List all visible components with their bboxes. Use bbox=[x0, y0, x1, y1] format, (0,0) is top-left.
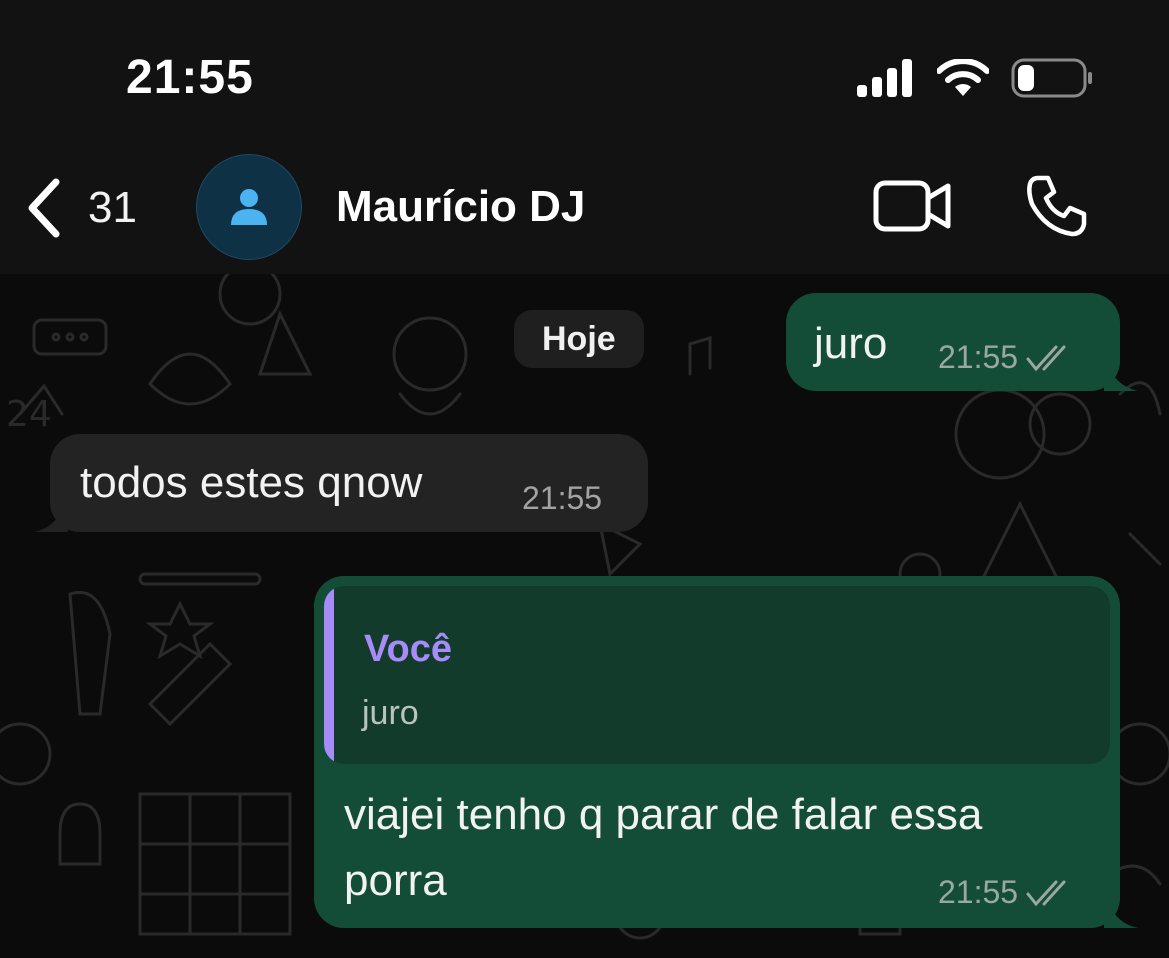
chat-header: 31 Maurício DJ bbox=[0, 140, 1169, 274]
message-bubble-incoming[interactable]: todos estes qnow 21:55 bbox=[34, 434, 648, 532]
message-bubble-outgoing[interactable]: juro 21:55 bbox=[786, 293, 1138, 391]
message-time: 21:55 bbox=[938, 874, 1019, 910]
unread-count: 31 bbox=[88, 183, 137, 232]
bubble-tail bbox=[34, 492, 68, 532]
message-bubble-outgoing-reply[interactable]: Você juro viajei tenho q parar de falar … bbox=[314, 576, 1138, 928]
back-button[interactable]: 31 bbox=[24, 176, 137, 240]
message-text-line-1: viajei tenho q parar de falar essa bbox=[344, 790, 983, 839]
message-time: 21:55 bbox=[938, 339, 1019, 375]
date-chip: Hoje bbox=[514, 310, 644, 368]
double-check-icon bbox=[1026, 880, 1066, 906]
bubble-tail bbox=[1104, 351, 1138, 391]
contact-avatar[interactable] bbox=[196, 154, 302, 260]
message-meta: 21:55 bbox=[938, 874, 1074, 911]
status-time: 21:55 bbox=[126, 51, 254, 104]
svg-text:24: 24 bbox=[6, 394, 52, 435]
message-meta: 21:55 bbox=[938, 339, 1074, 376]
chat-area[interactable]: 24 Hoje juro 21:55 todos estes qnow 21:5… bbox=[0, 274, 1169, 958]
video-call-button[interactable] bbox=[872, 178, 952, 239]
person-icon bbox=[231, 189, 267, 225]
message-text-line-2: porra bbox=[344, 856, 447, 905]
message-text: juro bbox=[814, 319, 888, 368]
voice-call-button[interactable] bbox=[1024, 174, 1088, 243]
status-icons bbox=[857, 58, 1093, 98]
message-text: todos estes qnow bbox=[80, 458, 423, 507]
quote-accent-bar bbox=[324, 586, 334, 764]
message-time: 21:55 bbox=[522, 480, 603, 516]
quote-text: juro bbox=[362, 694, 419, 732]
battery-icon bbox=[1011, 58, 1092, 98]
quote-author: Você bbox=[364, 628, 453, 670]
status-bar: 21:55 bbox=[0, 0, 1169, 140]
chevron-left-icon bbox=[28, 178, 60, 238]
bubble-tail bbox=[1104, 888, 1138, 928]
contact-name[interactable]: Maurício DJ bbox=[336, 182, 585, 232]
signal-icon bbox=[857, 59, 912, 97]
quoted-message[interactable]: Você juro bbox=[324, 586, 1110, 764]
message-meta: 21:55 bbox=[522, 480, 602, 517]
phone-icon bbox=[1027, 175, 1087, 237]
double-check-icon bbox=[1026, 345, 1066, 371]
wifi-icon bbox=[937, 59, 989, 96]
video-camera-icon bbox=[873, 180, 951, 232]
